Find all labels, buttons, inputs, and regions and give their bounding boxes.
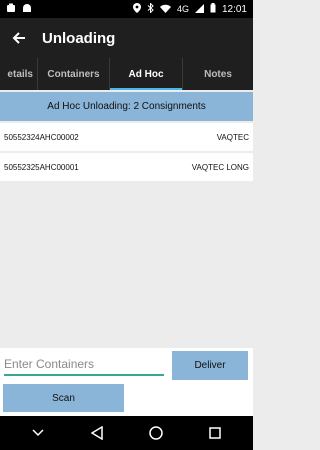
android-icon: [22, 3, 32, 16]
recents-square-icon[interactable]: [203, 421, 227, 445]
status-right: 4G 12:01: [132, 2, 247, 15]
scan-button[interactable]: Scan: [3, 384, 124, 412]
tab-bar: etails Containers Ad Hoc Notes: [0, 58, 253, 90]
consignment-list: 50552324AHC00002 VAQTEC 50552325AHC00001…: [0, 123, 253, 183]
consignment-id: 50552325AHC00001: [4, 162, 79, 172]
consignment-name: VAQTEC LONG: [191, 162, 249, 172]
tab-notes[interactable]: Notes: [183, 58, 253, 90]
consignment-id: 50552324AHC00002: [4, 132, 79, 142]
app-bar: Unloading: [0, 18, 253, 58]
chevron-down-icon[interactable]: [26, 421, 50, 445]
list-item[interactable]: 50552325AHC00001 VAQTEC LONG: [0, 153, 253, 181]
consignment-summary-banner: Ad Hoc Unloading: 2 Consignments: [0, 92, 253, 121]
bluetooth-icon: [147, 2, 154, 15]
battery-icon: [210, 3, 216, 15]
network-type: 4G: [176, 4, 189, 14]
container-input[interactable]: [4, 354, 164, 376]
home-circle-icon[interactable]: [144, 421, 168, 445]
tab-ad-hoc[interactable]: Ad Hoc: [110, 58, 183, 90]
wifi-icon: [159, 4, 171, 15]
back-triangle-icon[interactable]: [85, 421, 109, 445]
notification-icon: [6, 3, 16, 16]
clock: 12:01: [221, 3, 247, 15]
tab-details[interactable]: etails: [0, 58, 38, 90]
status-left: [6, 3, 32, 16]
location-icon: [132, 3, 141, 15]
system-nav-bar: [0, 416, 253, 450]
arrow-left-icon[interactable]: [10, 29, 28, 47]
deliver-button[interactable]: Deliver: [172, 351, 248, 380]
page-title: Unloading: [42, 29, 116, 47]
status-bar: 4G 12:01: [0, 0, 253, 18]
consignment-name: VAQTEC: [216, 132, 249, 142]
tab-containers[interactable]: Containers: [38, 58, 110, 90]
list-item[interactable]: 50552324AHC00002 VAQTEC: [0, 123, 253, 151]
signal-icon: [194, 3, 204, 15]
